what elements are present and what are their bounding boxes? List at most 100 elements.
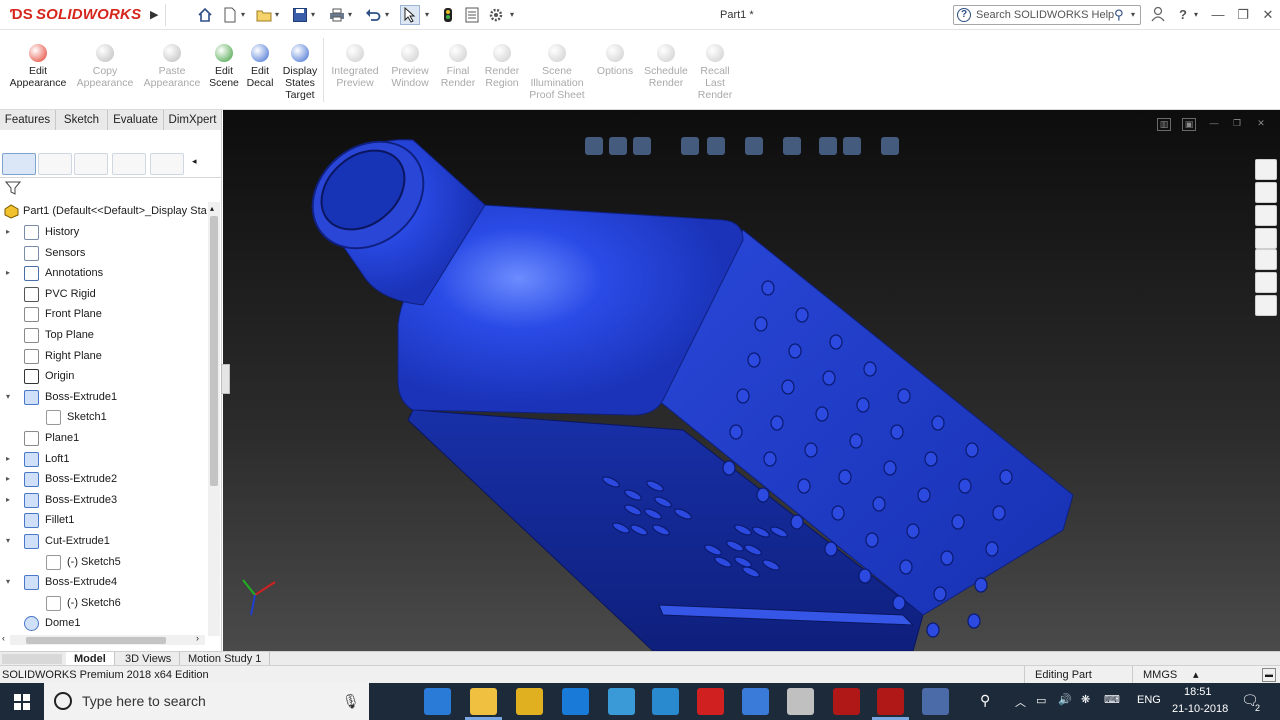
viewport-restore-icon[interactable]: ❐ xyxy=(1230,118,1244,131)
chevron-down-icon[interactable]: ▾ xyxy=(425,10,429,19)
ribbon-button-copy-appearance[interactable]: Copy Appearance xyxy=(70,44,140,89)
open-folder-icon[interactable] xyxy=(254,5,274,25)
unit-system-arrow-icon[interactable]: ▴ xyxy=(1193,666,1199,684)
solidworks-2018-active-icon[interactable] xyxy=(877,688,904,715)
file-properties-icon[interactable] xyxy=(462,5,482,25)
save-icon[interactable] xyxy=(290,5,310,25)
tree-item-sensors[interactable]: Sensors xyxy=(0,243,205,263)
user-account-icon[interactable] xyxy=(1149,6,1167,24)
scroll-up-icon[interactable]: ▴ xyxy=(210,204,214,213)
hide-show-items-icon[interactable] xyxy=(783,137,801,155)
tree-item-boss-extrude1[interactable]: ▾ Boss-Extrude1 xyxy=(0,387,205,407)
tray-overflow-icon[interactable]: ︿ xyxy=(1015,694,1026,710)
keyboard-icon[interactable]: ⌨ xyxy=(1104,693,1120,706)
view-settings-icon[interactable] xyxy=(881,137,899,155)
chevron-down-icon[interactable]: ▾ xyxy=(241,10,245,19)
taskpane-home-icon[interactable] xyxy=(1255,159,1277,180)
tree-expander-icon[interactable]: ▾ xyxy=(6,387,10,407)
display-style-icon[interactable] xyxy=(745,137,763,155)
zoom-to-area-icon[interactable] xyxy=(609,137,627,155)
taskpane-custom-properties-icon[interactable] xyxy=(1255,272,1277,293)
dimxpert-manager-tab-icon[interactable] xyxy=(112,153,146,175)
filter-icon[interactable] xyxy=(4,181,22,198)
chevron-down-icon[interactable]: ▾ xyxy=(348,10,352,19)
chevron-down-icon[interactable]: ▾ xyxy=(1194,10,1198,19)
tree-item-right-plane[interactable]: Right Plane xyxy=(0,346,205,366)
chevron-down-icon[interactable]: ▾ xyxy=(311,10,315,19)
solidworks-logo[interactable]: ƊS SOLIDWORKS xyxy=(10,6,141,23)
tree-item-loft1[interactable]: ▸ Loft1 xyxy=(0,449,205,469)
tree-expander-icon[interactable]: ▾ xyxy=(6,572,10,592)
scroll-right-icon[interactable]: › xyxy=(196,633,199,643)
tree-expander-icon[interactable]: ▸ xyxy=(6,469,10,489)
tab-scroll-arrows[interactable] xyxy=(2,654,62,664)
acrobat-icon[interactable] xyxy=(697,688,724,715)
microphone-icon[interactable]: 🎙 xyxy=(342,683,360,720)
print-icon[interactable] xyxy=(327,5,347,25)
rebuild-icon[interactable] xyxy=(438,5,458,25)
select-cursor-icon[interactable] xyxy=(400,5,420,25)
expand-menu-icon[interactable]: ▶ xyxy=(150,8,158,21)
tree-item-sketch6[interactable]: (-) Sketch6 xyxy=(0,593,205,613)
apply-scene-icon[interactable] xyxy=(843,137,861,155)
home-icon[interactable] xyxy=(195,5,215,25)
edit-appearance-hud-icon[interactable] xyxy=(819,137,837,155)
ribbon-button-recall-last[interactable]: Recall Last Render xyxy=(680,44,750,101)
customize-status-icon[interactable]: ▬ xyxy=(1262,668,1276,682)
options-gear-icon[interactable] xyxy=(486,5,506,25)
tree-item-fillet1[interactable]: Fillet1 xyxy=(0,510,205,530)
calculator-icon[interactable] xyxy=(922,688,949,715)
bottle-model[interactable] xyxy=(223,110,1280,651)
bottom-tab-model[interactable]: Model xyxy=(66,652,115,666)
chevron-down-icon[interactable]: ▾ xyxy=(1131,6,1135,24)
tree-item-cut-extrude1[interactable]: ▾ Cut-Extrude1 xyxy=(0,531,205,551)
messaging-icon[interactable] xyxy=(608,688,635,715)
scroll-left-icon[interactable]: ‹ xyxy=(2,633,5,643)
configuration-manager-tab-icon[interactable] xyxy=(74,153,108,175)
property-manager-tab-icon[interactable] xyxy=(38,153,72,175)
display-manager-tab-icon[interactable] xyxy=(150,153,184,175)
unit-system-selector[interactable]: MMGS xyxy=(1143,666,1177,684)
scroll-tabs-left-icon[interactable]: ◂ xyxy=(192,156,197,167)
tab-sketch[interactable]: Sketch xyxy=(56,110,108,130)
clock-date[interactable]: 21-10-2018 xyxy=(1172,703,1228,715)
chrome-icon[interactable] xyxy=(516,688,543,715)
tree-expander-icon[interactable]: ▾ xyxy=(6,531,10,551)
restore-icon[interactable]: ❐ xyxy=(1234,6,1252,24)
tree-item-front-plane[interactable]: Front Plane xyxy=(0,304,205,324)
chevron-down-icon[interactable]: ▾ xyxy=(385,10,389,19)
tab-dimxpert[interactable]: DimXpert xyxy=(164,110,222,130)
tree-item-plane1[interactable]: Plane1 xyxy=(0,428,205,448)
volume-icon[interactable]: 🔊 xyxy=(1058,693,1072,706)
tab-features[interactable]: Features xyxy=(0,110,56,130)
store-icon[interactable] xyxy=(424,688,451,715)
tab-evaluate[interactable]: Evaluate xyxy=(108,110,164,130)
undo-icon[interactable] xyxy=(363,5,383,25)
file-explorer-icon[interactable] xyxy=(470,688,497,715)
tree-item-annotations[interactable]: ▸ Annotations xyxy=(0,263,205,283)
language-indicator[interactable]: ENG xyxy=(1137,694,1161,706)
ribbon-button-edit-appearance[interactable]: Edit Appearance xyxy=(3,44,73,89)
media-icon[interactable] xyxy=(787,688,814,715)
minimize-icon[interactable]: — xyxy=(1209,6,1227,24)
edge-icon[interactable] xyxy=(562,688,589,715)
tree-item-sketch1[interactable]: Sketch1 xyxy=(0,407,205,427)
tree-expander-icon[interactable]: ▸ xyxy=(6,222,10,242)
tree-scroll-thumb[interactable] xyxy=(210,216,218,486)
taskpane-library-icon[interactable] xyxy=(1255,182,1277,203)
feature-manager-tab-icon[interactable] xyxy=(2,153,36,175)
close-icon[interactable]: ✕ xyxy=(1259,6,1277,24)
people-icon[interactable]: ⚲ xyxy=(980,692,990,709)
chevron-down-icon[interactable]: ▾ xyxy=(510,10,514,19)
viewport-split-icon[interactable]: ▣ xyxy=(1182,118,1196,131)
help-search-input[interactable]: ? Search SOLIDWORKS Help ⚲ ▾ xyxy=(953,5,1141,25)
tree-expander-icon[interactable]: ▸ xyxy=(6,490,10,510)
help-icon[interactable]: ? xyxy=(1174,6,1192,24)
zoom-to-fit-icon[interactable] xyxy=(585,137,603,155)
wifi-icon[interactable]: ❋ xyxy=(1081,693,1090,706)
tree-item-sketch5[interactable]: (-) Sketch5 xyxy=(0,552,205,572)
tree-hscroll-thumb[interactable] xyxy=(26,637,166,644)
tree-item-dome1[interactable]: Dome1 xyxy=(0,613,205,633)
windows-start-icon[interactable] xyxy=(0,683,44,720)
tree-expander-icon[interactable]: ▸ xyxy=(6,263,10,283)
